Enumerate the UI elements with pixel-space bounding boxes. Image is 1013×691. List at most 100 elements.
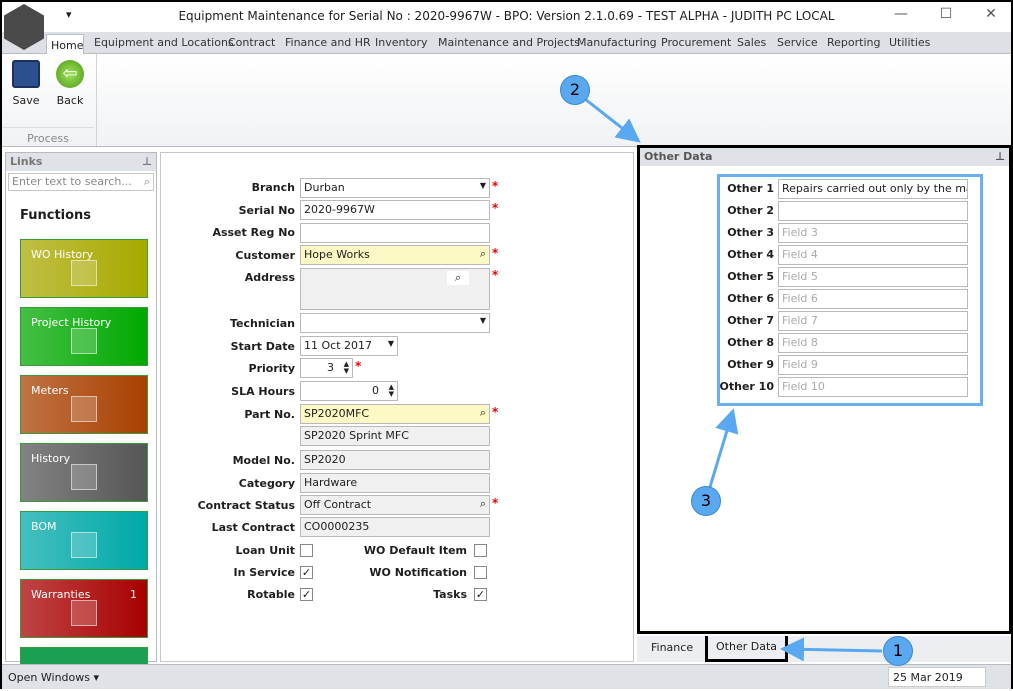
function-tile[interactable]: [20, 647, 148, 665]
open-windows-button[interactable]: Open Windows ▾: [8, 671, 99, 684]
in-service-checkbox[interactable]: ✓: [300, 566, 313, 579]
contract-status-lookup[interactable]: Off Contract ⌕: [300, 495, 490, 515]
tab-utilities[interactable]: Utilities: [889, 36, 930, 49]
function-tile[interactable]: Meters: [20, 375, 148, 434]
customer-lookup[interactable]: Hope Works ⌕: [300, 245, 490, 265]
pin-icon[interactable]: ⊥: [142, 155, 152, 168]
back-label: Back: [56, 94, 84, 107]
minimize-button[interactable]: —: [886, 6, 916, 22]
tab-finance[interactable]: Finance: [643, 636, 701, 662]
sla-hours-label: SLA Hours: [231, 385, 295, 398]
technician-select[interactable]: ▼: [300, 313, 490, 333]
function-tile[interactable]: WO History: [20, 239, 148, 298]
equipment-form: Branch Durban ▼ * Serial No 2020-9967W * …: [160, 152, 634, 662]
wo-default-item-checkbox[interactable]: [474, 544, 487, 557]
other-data-panel: Other Data ⊥ Other 1 Repairs carried out o…: [637, 145, 1012, 634]
category-label: Category: [238, 477, 295, 490]
function-tile[interactable]: History: [20, 443, 148, 502]
search-icon[interactable]: ⌕: [480, 247, 486, 261]
serial-input[interactable]: 2020-9967W: [300, 200, 490, 220]
start-date-value: 11 Oct 2017: [304, 339, 373, 352]
other-4-input[interactable]: Field 4: [778, 245, 968, 265]
other-4-label: Other 4: [727, 248, 774, 261]
other-1-input[interactable]: Repairs carried out only by the manufa: [778, 179, 968, 199]
menu-tabs: Home Equipment and Locations Contract Fi…: [2, 32, 1011, 55]
search-icon[interactable]: ⌕: [480, 497, 486, 511]
tab-maintenance-and-projects[interactable]: Maintenance and Projects: [438, 36, 580, 49]
other-7-input[interactable]: Field 7: [778, 311, 968, 331]
status-date[interactable]: 25 Mar 2019: [888, 667, 986, 687]
branch-select[interactable]: Durban ▼: [300, 178, 490, 198]
other-3-input[interactable]: Field 3: [778, 223, 968, 243]
other-10-input[interactable]: Field 10: [778, 377, 968, 397]
tab-service[interactable]: Service: [777, 36, 818, 49]
tab-finance-and-hr[interactable]: Finance and HR: [285, 36, 371, 49]
pin-icon[interactable]: ⊥: [995, 150, 1005, 163]
links-search-input[interactable]: Enter text to search... ⌕: [8, 173, 154, 191]
tab-equipment-and-locations[interactable]: Equipment and Locations: [94, 36, 234, 49]
required-marker: *: [492, 268, 499, 282]
tab-reporting[interactable]: Reporting: [827, 36, 880, 49]
asset-reg-input[interactable]: [300, 223, 490, 243]
required-marker: *: [492, 179, 499, 193]
priority-stepper[interactable]: 3 ▲ ▼: [300, 358, 353, 378]
ribbon-divider: [96, 54, 97, 146]
back-button[interactable]: ⇦ Back: [48, 60, 92, 107]
other-6-input[interactable]: Field 6: [778, 289, 968, 309]
close-button[interactable]: ✕: [976, 6, 1006, 22]
loan-unit-checkbox[interactable]: [300, 544, 313, 557]
other-5-label: Other 5: [727, 270, 774, 283]
chevron-down-icon: ▼: [479, 181, 486, 190]
save-button[interactable]: Save: [4, 60, 48, 107]
tab-procurement[interactable]: Procurement: [661, 36, 731, 49]
function-tile[interactable]: Warranties 1: [20, 579, 148, 638]
bottom-tabs: Finance Other Data: [637, 636, 1011, 662]
links-panel: Links ⊥ Enter text to search... ⌕ Function…: [5, 152, 157, 665]
sla-hours-value: 0: [372, 384, 379, 397]
function-tile[interactable]: BOM: [20, 511, 148, 570]
functions-heading: Functions: [20, 208, 92, 223]
back-arrow-icon: ⇦: [56, 60, 84, 88]
tab-home[interactable]: Home: [46, 34, 84, 55]
tile-count: 1: [130, 588, 137, 601]
loan-unit-label: Loan Unit: [235, 544, 295, 557]
sla-hours-stepper[interactable]: 0 ▲ ▼: [300, 381, 398, 401]
tile-icon: [71, 396, 97, 422]
tab-sales[interactable]: Sales: [737, 36, 766, 49]
other-1-label: Other 1: [727, 182, 774, 195]
spin-icon[interactable]: ▲ ▼: [344, 361, 349, 375]
part-no-lookup[interactable]: SP2020MFC ⌕: [300, 404, 490, 424]
wo-notification-checkbox[interactable]: [474, 566, 487, 579]
other-5-input[interactable]: Field 5: [778, 267, 968, 287]
floppy-disk-icon: [12, 60, 40, 88]
quick-access-dropdown[interactable]: ▾: [66, 8, 72, 21]
other-2-input[interactable]: [778, 201, 968, 221]
start-date-picker[interactable]: 11 Oct 2017 ▼: [300, 336, 398, 356]
tab-other-data[interactable]: Other Data: [705, 636, 788, 662]
tab-inventory[interactable]: Inventory: [375, 36, 428, 49]
search-icon[interactable]: ⌕: [144, 175, 150, 189]
tab-contract[interactable]: Contract: [228, 36, 275, 49]
asset-reg-label: Asset Reg No: [212, 226, 295, 239]
contract-status-label: Contract Status: [197, 499, 295, 512]
priority-value: 3: [327, 361, 334, 374]
function-tile[interactable]: Project History: [20, 307, 148, 366]
annotation-1: 1: [883, 636, 913, 666]
spin-icon[interactable]: ▲ ▼: [389, 384, 394, 398]
tab-manufacturing[interactable]: Manufacturing: [577, 36, 657, 49]
customer-value: Hope Works: [304, 248, 370, 261]
search-icon[interactable]: ⌕: [446, 271, 469, 285]
tasks-checkbox[interactable]: ✓: [474, 588, 487, 601]
search-icon[interactable]: ⌕: [480, 406, 486, 420]
status-bar: Open Windows ▾ 25 Mar 2019: [2, 664, 1011, 689]
maximize-button[interactable]: ☐: [931, 6, 961, 22]
other-2-label: Other 2: [727, 204, 774, 217]
other-data-title: Other Data: [644, 150, 713, 163]
customer-label: Customer: [235, 249, 295, 262]
branch-value: Durban: [304, 181, 345, 194]
annotation-2: 2: [560, 75, 590, 105]
rotable-checkbox[interactable]: ✓: [300, 588, 313, 601]
other-9-input[interactable]: Field 9: [778, 355, 968, 375]
other-8-input[interactable]: Field 8: [778, 333, 968, 353]
address-input[interactable]: ⌕: [300, 268, 490, 310]
